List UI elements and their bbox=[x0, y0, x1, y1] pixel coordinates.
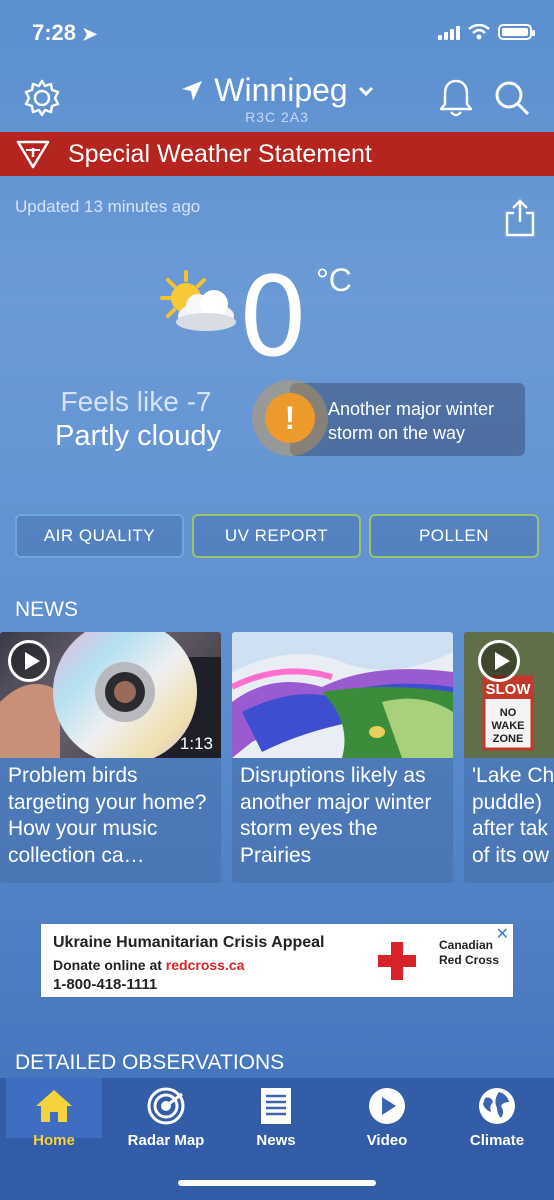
news-headline: Problem birds targeting your home? How y… bbox=[8, 764, 207, 867]
ad-donate-link[interactable]: redcross.ca bbox=[166, 957, 245, 973]
play-circle-icon bbox=[339, 1086, 435, 1126]
ad-title: Ukraine Humanitarian Crisis Appeal bbox=[53, 934, 325, 951]
current-temperature: 0 bbox=[238, 253, 308, 381]
home-icon bbox=[6, 1086, 102, 1126]
temperature-unit: °C bbox=[316, 262, 352, 298]
play-icon[interactable] bbox=[478, 640, 520, 682]
red-cross-icon bbox=[378, 942, 416, 980]
home-indicator[interactable] bbox=[178, 1180, 376, 1186]
special-weather-statement-banner[interactable]: Special Weather Statement bbox=[0, 132, 554, 176]
city-name: Winnipeg bbox=[214, 72, 348, 108]
ad-donate-prefix: Donate online at bbox=[53, 957, 166, 973]
status-time: 7:28 ➤ bbox=[32, 20, 97, 46]
tab-climate[interactable]: Climate bbox=[449, 1086, 545, 1149]
ad-brand: Canadian Red Cross bbox=[439, 938, 499, 968]
ad-brand-line2: Red Cross bbox=[439, 953, 500, 967]
radar-icon bbox=[118, 1086, 214, 1126]
status-time-text: 7:28 bbox=[32, 20, 77, 45]
svg-text:ZONE: ZONE bbox=[493, 733, 524, 745]
newspaper-icon bbox=[228, 1086, 324, 1126]
news-card[interactable]: Disruptions likely as another major wint… bbox=[232, 632, 453, 883]
warning-triangle-icon bbox=[16, 140, 50, 169]
battery-icon bbox=[498, 24, 535, 40]
location-arrow-icon: ➤ bbox=[82, 24, 98, 44]
play-icon[interactable] bbox=[8, 640, 50, 682]
tab-radar-label: Radar Map bbox=[127, 1132, 205, 1149]
ad-brand-line1: Canadian bbox=[439, 938, 494, 952]
ad-phone: 1-800-418-1111 bbox=[53, 976, 158, 993]
wifi-icon bbox=[468, 24, 490, 40]
video-duration: 1:13 bbox=[179, 734, 213, 753]
detailed-observations-title: DETAILED OBSERVATIONS bbox=[15, 1051, 285, 1074]
tab-news-label: News bbox=[256, 1132, 296, 1149]
search-icon[interactable] bbox=[490, 76, 534, 120]
news-headline: 'Lake Ch puddle) after tak of its ow bbox=[472, 764, 554, 867]
tab-home-label: Home bbox=[33, 1132, 75, 1149]
alert-exclamation-icon[interactable]: ! bbox=[252, 380, 328, 456]
partly-cloudy-icon bbox=[154, 270, 240, 345]
navigation-arrow-icon bbox=[182, 80, 203, 101]
news-thumbnail: 1:13 bbox=[0, 632, 221, 758]
signal-icon bbox=[438, 24, 460, 40]
uv-report-button[interactable]: UV REPORT bbox=[192, 514, 361, 558]
tab-radar-map[interactable]: Radar Map bbox=[118, 1086, 214, 1149]
news-section-title: NEWS bbox=[15, 598, 78, 621]
chevron-down-icon bbox=[358, 86, 373, 96]
air-quality-button[interactable]: AIR QUALITY bbox=[15, 514, 184, 558]
svg-text:WAKE: WAKE bbox=[492, 720, 525, 732]
red-cross-ad-banner[interactable]: Ukraine Humanitarian Crisis Appeal Donat… bbox=[41, 924, 513, 997]
news-card[interactable]: SLOW NO WAKE ZONE 'Lake Ch puddle) after… bbox=[464, 632, 554, 883]
tab-climate-label: Climate bbox=[469, 1132, 525, 1149]
news-card[interactable]: 1:13 Problem birds targeting your home? … bbox=[0, 632, 221, 883]
updated-timestamp: Updated 13 minutes ago bbox=[15, 197, 201, 216]
condition-text: Partly cloudy bbox=[54, 420, 221, 452]
pollen-button[interactable]: POLLEN bbox=[369, 514, 539, 558]
globe-icon bbox=[449, 1086, 545, 1126]
alert-pill-text: Another major winter storm on the way bbox=[328, 399, 495, 443]
tab-news[interactable]: News bbox=[228, 1086, 324, 1149]
alert-banner-label: Special Weather Statement bbox=[68, 139, 372, 168]
ad-close-icon[interactable]: ✕ bbox=[496, 924, 509, 944]
tab-video-label: Video bbox=[366, 1132, 408, 1149]
notifications-bell-icon[interactable] bbox=[434, 76, 478, 120]
share-icon[interactable] bbox=[504, 198, 536, 243]
tab-video[interactable]: Video bbox=[339, 1086, 435, 1149]
svg-text:NO: NO bbox=[500, 707, 517, 719]
news-thumbnail: SLOW NO WAKE ZONE bbox=[464, 632, 554, 758]
ad-donate-line: Donate online at redcross.ca bbox=[53, 957, 244, 973]
svg-text:SLOW: SLOW bbox=[486, 681, 532, 698]
news-headline: Disruptions likely as another major wint… bbox=[240, 764, 432, 867]
news-thumbnail bbox=[232, 632, 453, 758]
feels-like: Feels like -7 bbox=[60, 386, 212, 417]
tab-home[interactable]: Home bbox=[6, 1078, 102, 1149]
status-icons bbox=[438, 24, 535, 40]
